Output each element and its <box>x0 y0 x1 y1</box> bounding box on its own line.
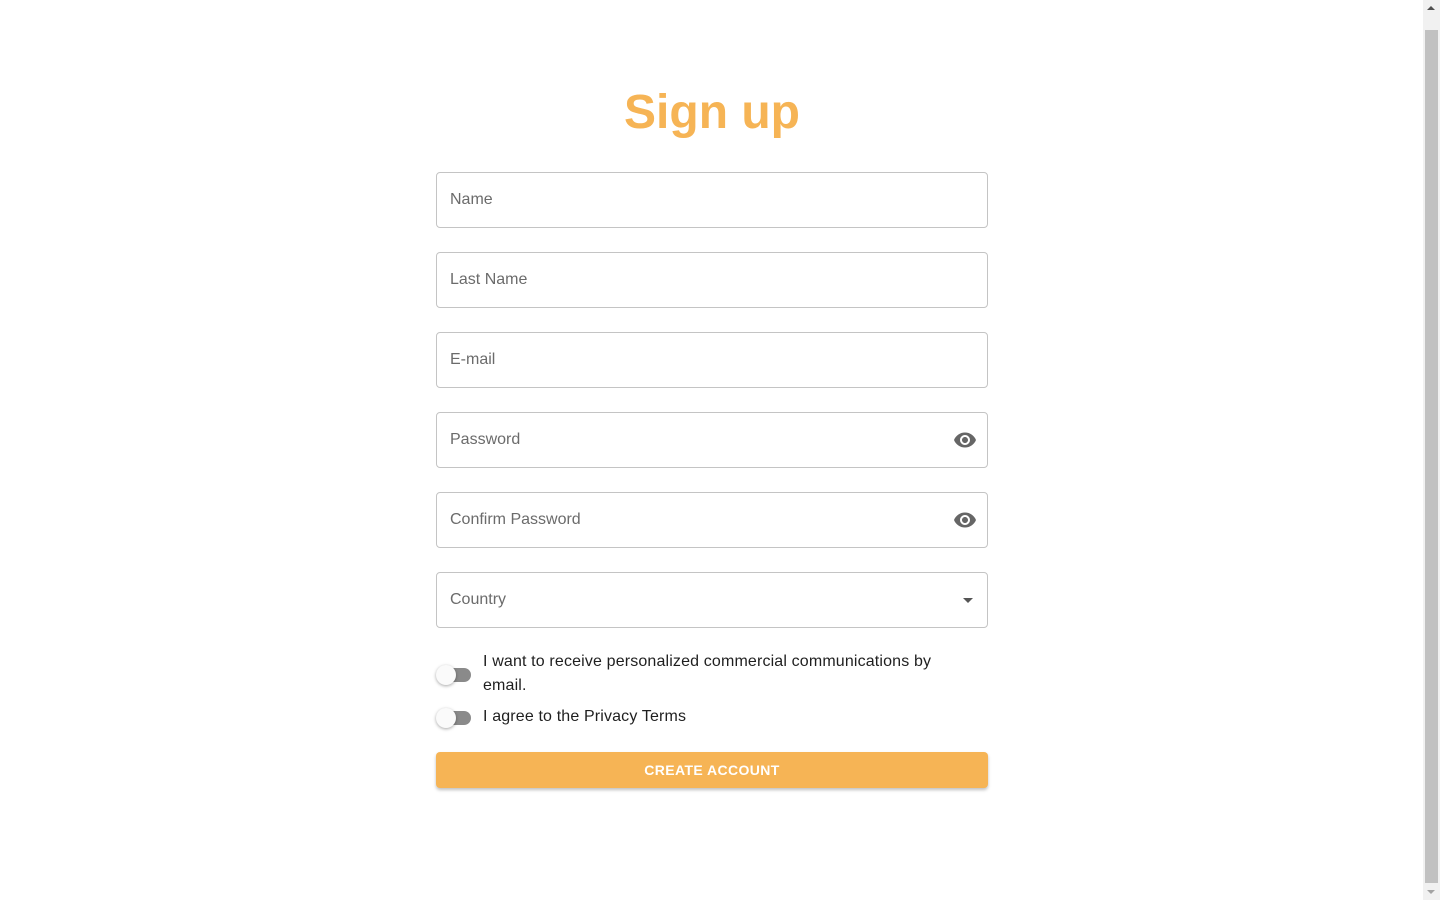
chevron-down-icon <box>963 598 973 603</box>
switch-thumb <box>436 708 456 728</box>
marketing-switch[interactable] <box>436 665 472 685</box>
email-input[interactable] <box>437 333 987 387</box>
last-name-field-container <box>436 252 988 308</box>
switch-thumb <box>436 665 456 685</box>
page-title: Sign up <box>624 86 800 139</box>
signup-page: Sign up Coun <box>0 0 1440 900</box>
country-label: Country <box>450 591 507 608</box>
name-input[interactable] <box>437 173 987 227</box>
privacy-label: I agree to the Privacy Terms <box>483 708 687 725</box>
email-field-container <box>436 332 988 388</box>
password-field-container <box>436 412 988 468</box>
name-field-container <box>436 172 988 228</box>
create-account-button[interactable]: CREATE ACCOUNT <box>436 752 988 788</box>
scroll-up-arrow-icon[interactable] <box>1427 6 1435 10</box>
marketing-toggle-row: I want to receive personalized commercia… <box>436 650 988 698</box>
eye-icon[interactable] <box>953 508 977 532</box>
scroll-thumb[interactable] <box>1425 30 1438 883</box>
vertical-scrollbar[interactable] <box>1423 0 1440 900</box>
password-input[interactable] <box>437 413 987 467</box>
scroll-down-arrow-icon[interactable] <box>1427 890 1435 894</box>
privacy-switch[interactable] <box>436 708 472 728</box>
last-name-input[interactable] <box>437 253 987 307</box>
eye-icon[interactable] <box>953 428 977 452</box>
country-select[interactable]: Country <box>436 572 988 628</box>
marketing-label: I want to receive personalized commercia… <box>483 653 932 694</box>
confirm-password-input[interactable] <box>437 493 987 547</box>
privacy-toggle-row: I agree to the Privacy Terms <box>436 705 988 729</box>
confirm-password-field-container <box>436 492 988 548</box>
